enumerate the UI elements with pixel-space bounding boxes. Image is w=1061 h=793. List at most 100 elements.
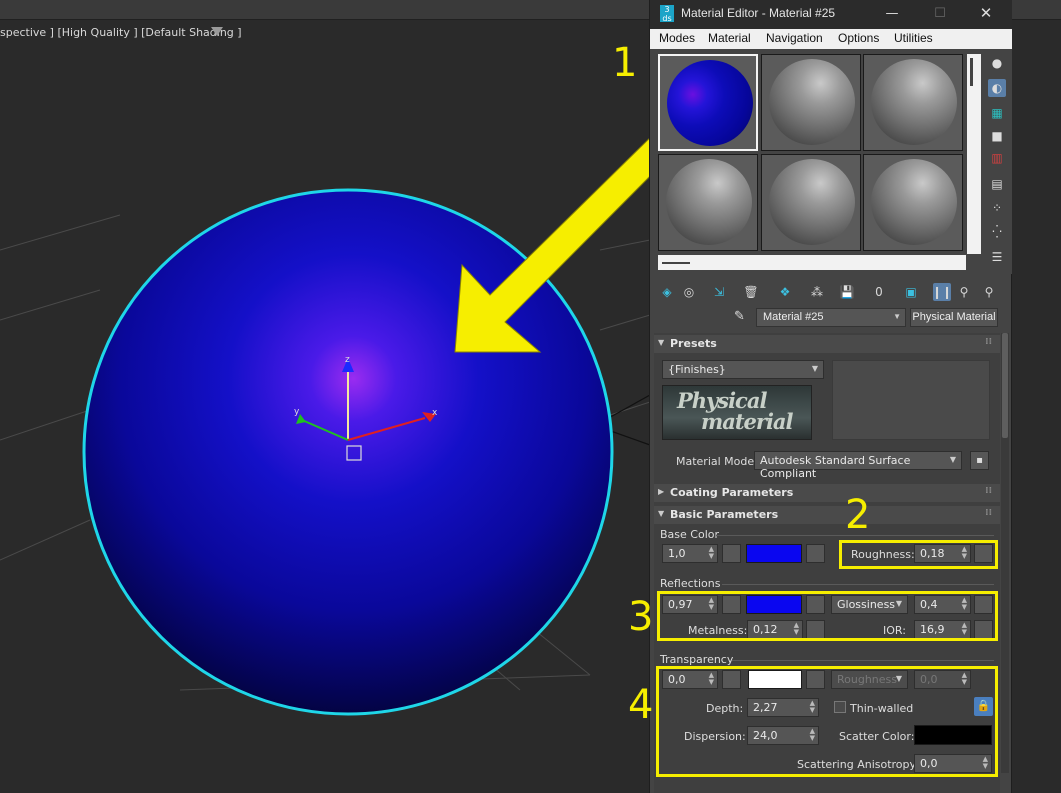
slots-horizontal-scrollbar[interactable] — [658, 255, 966, 270]
scroll-thumb[interactable] — [970, 58, 973, 86]
annotation-number-4: 4 — [628, 682, 654, 728]
select-by-material-icon[interactable]: ⁛ — [988, 223, 1006, 241]
video-color-check-icon[interactable]: ▥ — [988, 149, 1006, 167]
title-bar[interactable]: 3 ds Material Editor - Material #25 — ☐ … — [650, 0, 1012, 29]
base-color-swatch[interactable] — [746, 544, 802, 563]
save-preset-icon[interactable]: ▪ — [970, 451, 989, 470]
sample-sphere-preview — [871, 159, 957, 245]
group-divider — [722, 584, 994, 585]
sample-slot-3[interactable] — [863, 54, 963, 151]
get-material-icon[interactable]: ◈ — [658, 283, 676, 301]
put-to-library-icon[interactable]: 💾 — [838, 283, 856, 301]
logo-line-2: material — [701, 409, 794, 434]
chevron-down-icon: ▼ — [949, 455, 956, 464]
menu-modes[interactable]: Modes — [659, 31, 695, 45]
rollout-basic-header[interactable]: ▼ Basic Parameters ⁞⁞ — [654, 506, 1000, 524]
grip-icon: ⁞⁞ — [985, 486, 992, 496]
material-id-navigator-icon[interactable]: ☰ — [988, 248, 1006, 266]
show-end-result-icon[interactable]: ❙❙ — [932, 283, 952, 301]
rollout-scrollbar[interactable] — [1001, 333, 1009, 773]
presets-dropdown-value: {Finishes} — [668, 363, 726, 376]
menu-material[interactable]: Material — [708, 31, 751, 45]
sample-slot-1[interactable] — [658, 54, 758, 151]
close-button[interactable]: ✕ — [963, 0, 1009, 29]
axis-y-label: y — [294, 407, 300, 417]
sample-sphere-preview — [871, 59, 957, 145]
make-copy-icon[interactable]: ❖ — [776, 283, 794, 301]
options-icon[interactable]: ⁘ — [988, 199, 1006, 217]
make-preview-icon[interactable]: ▤ — [988, 175, 1006, 193]
material-id-channel-icon[interactable]: 0 — [870, 283, 888, 301]
expand-triangle-icon: ▼ — [658, 338, 665, 347]
grip-icon: ⁞⁞ — [985, 337, 992, 347]
annotation-number-3: 3 — [628, 594, 654, 640]
collapsed-triangle-icon: ▶ — [658, 487, 665, 496]
sample-slot-4[interactable] — [658, 154, 758, 251]
base-weight-spinner[interactable]: 1,0 ▲ ▼ — [662, 544, 718, 563]
sample-slot-2[interactable] — [761, 54, 861, 151]
logo-line-1: Physical — [677, 388, 767, 413]
sample-slot-5[interactable] — [761, 154, 861, 251]
sample-slots: ● ◐ ▦ ■ ▥ ▤ ⁘ ⁛ ☰ — [650, 49, 1012, 274]
preset-preview — [832, 360, 990, 440]
slots-vertical-scrollbar[interactable] — [967, 54, 981, 254]
material-mode-dropdown[interactable]: Autodesk Standard Surface Compliant ▼ — [754, 451, 962, 480]
material-mode-value: Autodesk Standard Surface Compliant — [760, 454, 911, 480]
scroll-thumb[interactable] — [1002, 333, 1008, 438]
expand-triangle-icon: ▼ — [658, 509, 665, 518]
assign-material-icon[interactable]: ⇲ — [710, 283, 728, 301]
backlight-icon[interactable]: ◐ — [988, 79, 1006, 97]
sample-slot-6[interactable] — [863, 154, 963, 251]
axis-z-label: z — [345, 355, 350, 365]
material-type-button[interactable]: Physical Material — [910, 308, 998, 327]
transparency-group-label: Transparency — [660, 653, 734, 666]
rollout-title: Presets — [670, 337, 717, 350]
rollout-presets-header[interactable]: ▼ Presets ⁞⁞ — [654, 335, 1000, 353]
base-color-map-button[interactable] — [806, 544, 825, 563]
axis-x-label: x — [432, 408, 438, 418]
go-forward-sibling-icon[interactable]: ⚲ — [980, 283, 998, 301]
rollout-title: Basic Parameters — [670, 508, 779, 521]
material-name-field[interactable]: Material #25 ▼ — [756, 308, 906, 327]
scroll-thumb[interactable] — [662, 262, 690, 264]
sample-sphere-preview — [769, 159, 855, 245]
reset-map-icon[interactable]: 🗑 — [742, 283, 760, 301]
group-divider — [732, 660, 994, 661]
highlight-box-reflections — [657, 591, 998, 641]
base-color-group-label: Base Color — [660, 528, 720, 541]
menu-bar: Modes Material Navigation Options Utilit… — [650, 29, 1012, 49]
highlight-box-roughness — [839, 540, 998, 569]
base-weight-value: 1,0 — [668, 547, 686, 560]
base-weight-map-button[interactable] — [722, 544, 741, 563]
sample-type-icon[interactable]: ● — [988, 54, 1006, 72]
background-checker-icon[interactable]: ▦ — [988, 104, 1006, 122]
material-name-text: Material #25 — [763, 311, 824, 323]
minimize-button[interactable]: — — [869, 0, 915, 29]
highlight-box-transparency — [656, 666, 998, 777]
material-mode-label: Material Mode: — [676, 455, 758, 468]
spinner-arrows-icon: ▲ ▼ — [708, 545, 714, 560]
maximize-button[interactable]: ☐ — [917, 0, 963, 29]
menu-options[interactable]: Options — [838, 31, 879, 45]
show-shaded-material-icon[interactable]: ▣ — [902, 283, 920, 301]
annotation-number-2: 2 — [845, 492, 871, 538]
reflections-group-label: Reflections — [660, 577, 721, 590]
app-icon: 3 ds — [660, 5, 674, 23]
rollout-coating-header[interactable]: ▶ Coating Parameters ⁞⁞ — [654, 484, 1000, 502]
chevron-down-icon: ▼ — [893, 312, 901, 321]
uv-tiling-icon[interactable]: ■ — [988, 127, 1006, 145]
menu-navigation[interactable]: Navigation — [766, 31, 823, 45]
sample-sphere-preview — [769, 59, 855, 145]
menu-utilities[interactable]: Utilities — [894, 31, 933, 45]
rollout-title: Coating Parameters — [670, 486, 794, 499]
eyedropper-icon[interactable]: ✎ — [734, 309, 750, 325]
go-to-parent-icon[interactable]: ⚲ — [955, 283, 973, 301]
presets-dropdown[interactable]: {Finishes} ▼ — [662, 360, 824, 379]
annotation-number-1: 1 — [612, 40, 638, 86]
sample-sphere-preview — [666, 159, 752, 245]
make-unique-icon[interactable]: ⁂ — [808, 283, 826, 301]
put-to-scene-icon[interactable]: ◎ — [680, 283, 698, 301]
window-title: Material Editor - Material #25 — [681, 6, 836, 20]
sample-sphere-preview — [667, 60, 753, 146]
physical-material-logo: Physical material — [662, 385, 812, 440]
